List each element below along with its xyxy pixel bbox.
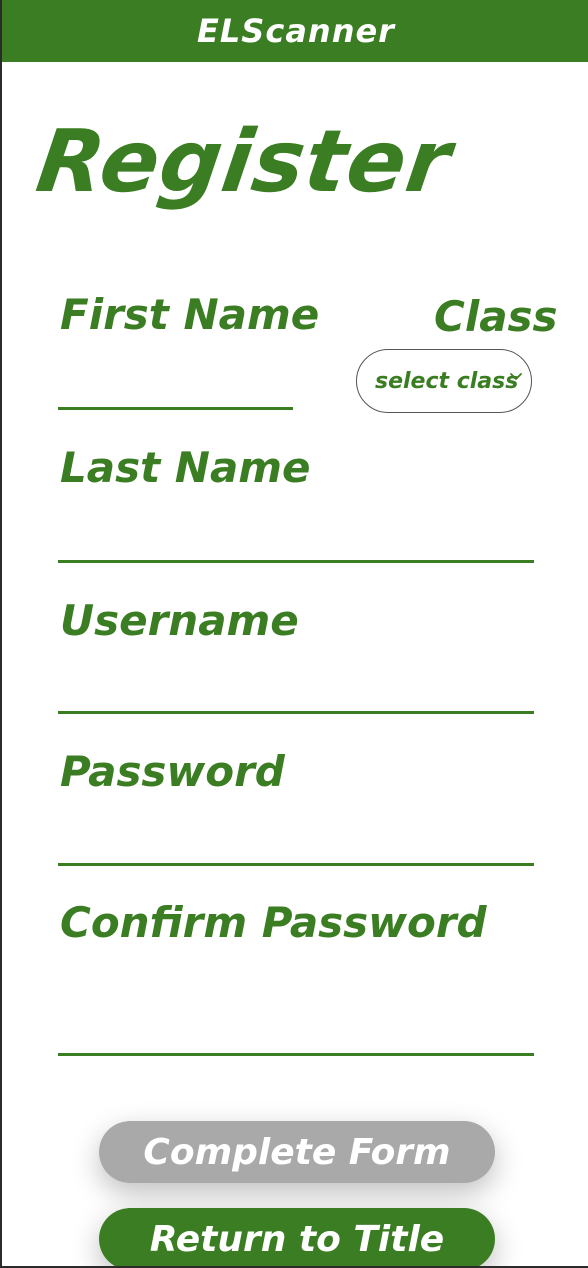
class-label: Class — [434, 292, 558, 341]
last-name-label: Last Name — [60, 443, 311, 492]
first-name-label: First Name — [60, 290, 320, 339]
class-select[interactable]: select class — [356, 349, 532, 413]
username-field[interactable] — [58, 711, 534, 714]
class-select-value: select class — [375, 368, 519, 394]
first-name-field[interactable] — [58, 407, 293, 410]
password-label: Password — [60, 747, 285, 796]
app-title: ELScanner — [197, 12, 395, 50]
confirm-password-label: Confirm Password — [60, 898, 487, 947]
page-title: Register — [30, 112, 458, 212]
last-name-field[interactable] — [58, 560, 534, 563]
app-frame: ELScanner Register First Name Class sele… — [0, 0, 588, 1268]
password-field[interactable] — [58, 863, 534, 866]
app-header: ELScanner — [2, 0, 588, 62]
complete-form-button[interactable]: Complete Form — [99, 1121, 495, 1183]
chevron-down-icon — [510, 373, 522, 380]
username-label: Username — [60, 596, 299, 645]
return-to-title-button[interactable]: Return to Title — [99, 1208, 495, 1266]
confirm-password-field[interactable] — [58, 1053, 534, 1056]
